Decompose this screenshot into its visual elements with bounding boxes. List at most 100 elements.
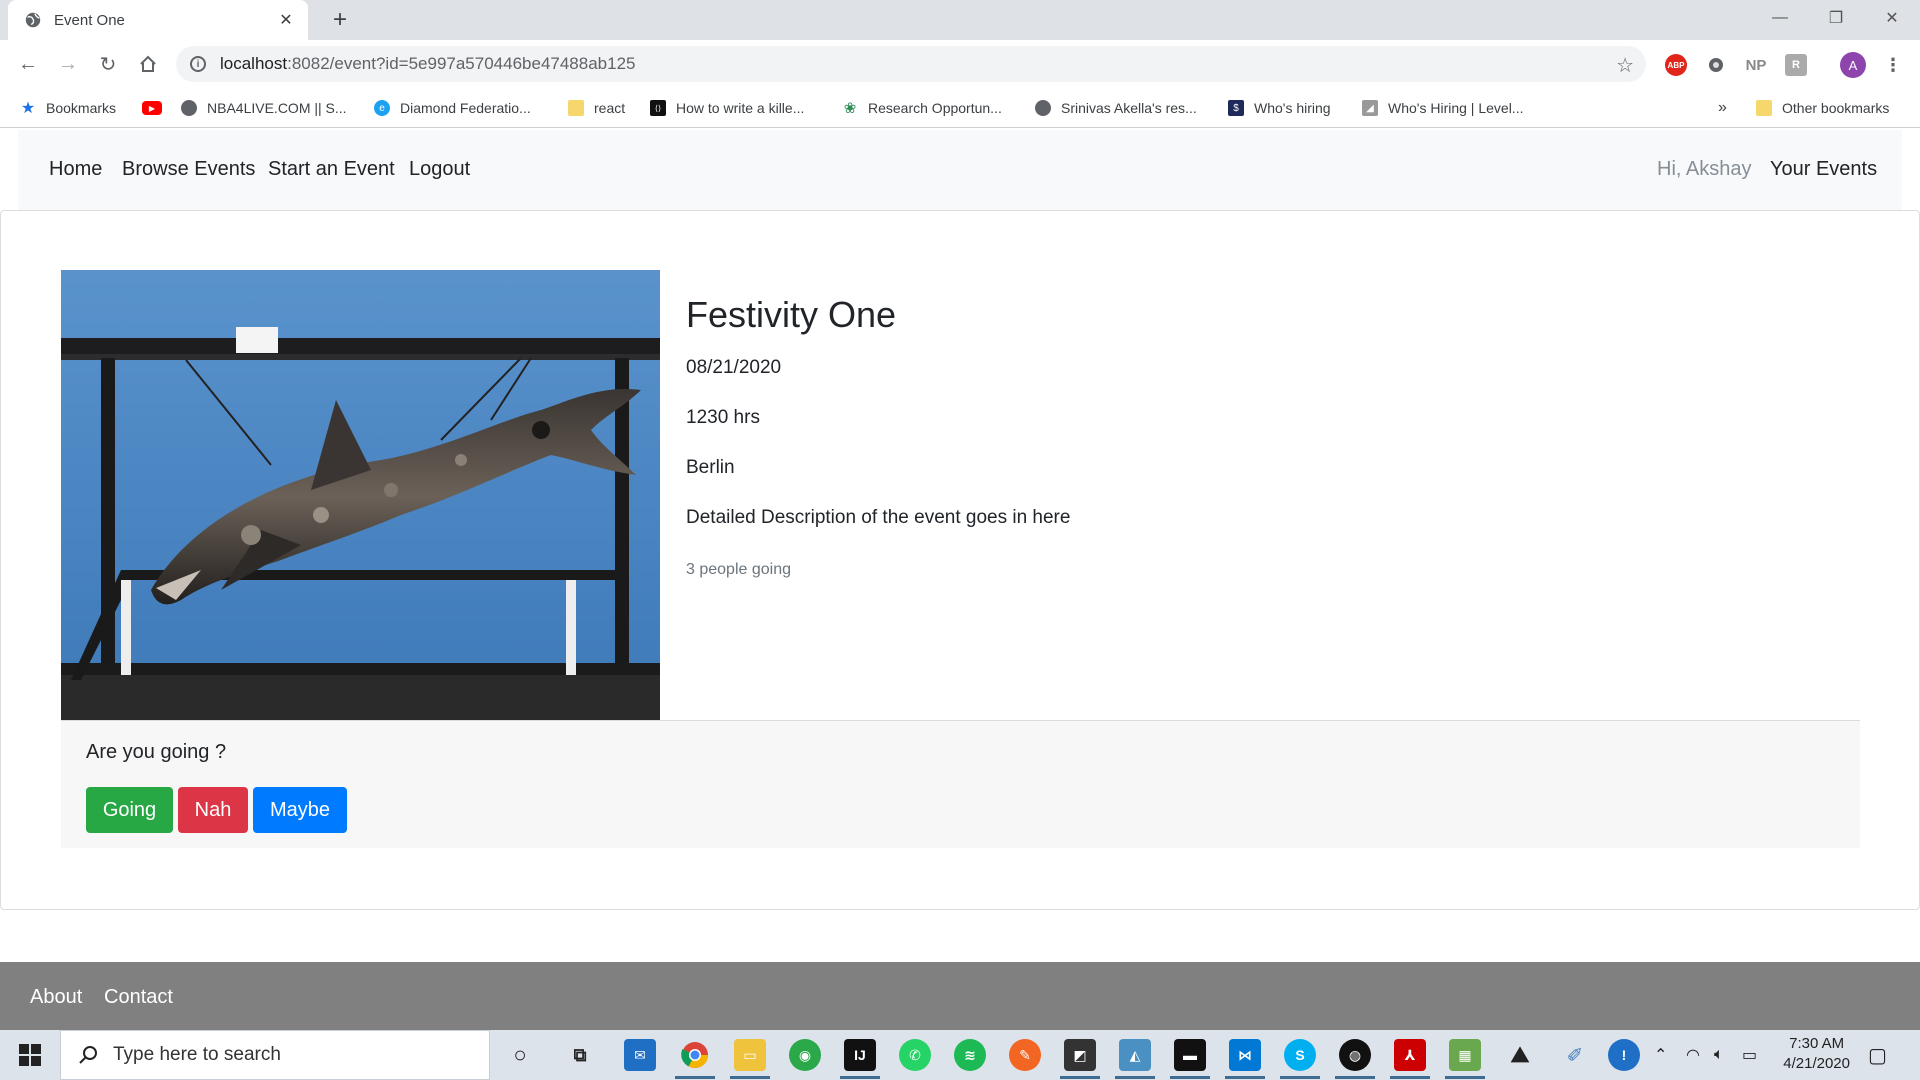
chart-icon: ◢: [1362, 100, 1378, 116]
mail-icon[interactable]: ✉: [624, 1039, 656, 1071]
footer-contact-link[interactable]: Contact: [104, 986, 173, 1009]
bookmark-folder[interactable]: react: [568, 98, 625, 118]
home-icon[interactable]: [134, 50, 162, 78]
globe-app-icon[interactable]: ◍: [1339, 1039, 1371, 1071]
globe-icon: [181, 100, 197, 116]
other-bookmarks-folder[interactable]: Other bookmarks: [1756, 98, 1889, 118]
bookmark-item[interactable]: e Diamond Federatio...: [374, 98, 531, 118]
event-location: Berlin: [686, 457, 735, 478]
search-icon: [79, 1046, 97, 1064]
close-tab-icon[interactable]: ✕: [276, 10, 296, 30]
bookmark-item[interactable]: $ Who's hiring: [1228, 98, 1331, 118]
cortana-icon[interactable]: ○: [504, 1039, 536, 1071]
wifi-icon[interactable]: ◠: [1686, 1030, 1700, 1080]
diamond-icon: e: [374, 100, 390, 116]
address-bar[interactable]: i localhost:8082/event?id=5e997a570446be…: [176, 46, 1646, 82]
adblock-icon[interactable]: ABP: [1665, 54, 1687, 76]
back-icon[interactable]: ←: [14, 50, 42, 78]
restore-icon[interactable]: ❐: [1808, 0, 1864, 36]
codepen-icon: ⟨⟩: [650, 100, 666, 116]
postman-icon[interactable]: ✎: [1009, 1039, 1041, 1071]
event-description: Detailed Description of the event goes i…: [686, 507, 1071, 528]
maybe-button[interactable]: Maybe: [253, 787, 347, 833]
taskbar-search[interactable]: Type here to search: [60, 1030, 490, 1080]
artwork-sign: [236, 327, 278, 353]
tab-title: Event One: [54, 11, 125, 29]
browser-tab-strip: Event One ✕ + — ❐ ✕: [0, 0, 1920, 40]
extension-circle-icon[interactable]: [1705, 54, 1727, 76]
clock-time: 7:30 AM: [1789, 1035, 1845, 1052]
nav-browse-events[interactable]: Browse Events: [122, 158, 255, 181]
footer-about-link[interactable]: About: [30, 986, 82, 1009]
going-button[interactable]: Going: [86, 787, 173, 833]
nav-logout[interactable]: Logout: [409, 158, 470, 181]
skype-icon[interactable]: S: [1284, 1039, 1316, 1071]
forward-icon[interactable]: →: [54, 50, 82, 78]
profile-avatar[interactable]: A: [1840, 52, 1866, 78]
update-alert-icon[interactable]: !: [1608, 1039, 1640, 1071]
rsvp-question: Are you going ?: [86, 741, 227, 763]
site-info-icon[interactable]: i: [190, 56, 206, 72]
event-title: Festivity One: [686, 294, 897, 335]
browser-tab[interactable]: Event One ✕: [8, 0, 308, 40]
folder-icon: [1756, 100, 1772, 116]
sticky-notes-icon[interactable]: ◩: [1064, 1039, 1096, 1071]
tray-chevron-icon[interactable]: ⌃: [1654, 1030, 1667, 1080]
event-time: 1230 hrs: [686, 407, 760, 428]
nav-home[interactable]: Home: [49, 158, 102, 181]
task-view-icon[interactable]: ⧉: [564, 1039, 596, 1071]
search-placeholder: Type here to search: [113, 1044, 281, 1065]
bookmark-star-icon[interactable]: ☆: [1616, 53, 1634, 78]
bookmarks-overflow[interactable]: »: [1718, 98, 1727, 118]
bookmark-item[interactable]: ◢ Who's Hiring | Level...: [1362, 98, 1523, 118]
image-app-icon[interactable]: ▦: [1449, 1039, 1481, 1071]
event-image: [61, 270, 660, 720]
bookmark-item[interactable]: Srinivas Akella's res...: [1035, 98, 1197, 118]
window-close-icon[interactable]: ✕: [1864, 0, 1920, 36]
bookmark-item[interactable]: ★ Bookmarks: [20, 98, 116, 118]
url-host: localhost: [220, 54, 288, 73]
event-date: 08/21/2020: [686, 357, 782, 378]
new-tab-button[interactable]: +: [326, 6, 354, 34]
start-button[interactable]: [0, 1030, 60, 1080]
paint-icon[interactable]: ◭: [1119, 1039, 1151, 1071]
bookmark-item[interactable]: ⟨⟩ How to write a kille...: [650, 98, 804, 118]
site-navbar: Home Browse Events Start an Event Logout…: [18, 130, 1902, 210]
nav-greeting: Hi, Akshay: [1657, 158, 1752, 180]
star-icon: ★: [20, 100, 36, 117]
spotify-icon[interactable]: ≋: [954, 1039, 986, 1071]
taskbar-clock[interactable]: 7:30 AM 4/21/2020: [1783, 1034, 1850, 1074]
url-path: :8082/event?id=5e997a570446be47488ab125: [287, 54, 636, 73]
volume-icon[interactable]: 🔈︎: [1714, 1030, 1724, 1080]
dollar-icon: $: [1228, 100, 1244, 116]
terminal-icon[interactable]: ▬: [1174, 1039, 1206, 1071]
browser-menu-icon[interactable]: ⋮: [1882, 54, 1904, 76]
chrome-icon[interactable]: [679, 1039, 711, 1071]
reload-icon[interactable]: ↻: [94, 50, 122, 78]
bookmark-item[interactable]: NBA4LIVE.COM || S...: [181, 98, 347, 118]
file-explorer-icon[interactable]: ▭: [734, 1039, 766, 1071]
intellij-icon[interactable]: IJ: [844, 1039, 876, 1071]
acrobat-icon[interactable]: ⅄: [1394, 1039, 1426, 1071]
folder-icon: [568, 100, 584, 116]
battery-icon[interactable]: ▭: [1742, 1030, 1757, 1080]
photos-icon[interactable]: ⛰: [1504, 1039, 1536, 1071]
bookmark-item[interactable]: ❀ Research Opportun...: [842, 98, 1002, 118]
notifications-icon[interactable]: ▢: [1868, 1030, 1887, 1080]
rsvp-panel: Are you going ? Going Nah Maybe: [61, 720, 1860, 848]
whatsapp-icon[interactable]: ✆: [899, 1039, 931, 1071]
site-footer: About Contact: [0, 962, 1920, 1030]
vscode-icon[interactable]: ⋈: [1229, 1039, 1261, 1071]
np-extension-icon[interactable]: NP: [1745, 54, 1767, 76]
nah-button[interactable]: Nah: [178, 787, 248, 833]
extension-grey-icon[interactable]: R: [1785, 54, 1807, 76]
lotus-icon: ❀: [843, 100, 857, 117]
nav-your-events[interactable]: Your Events: [1770, 158, 1877, 181]
maps-icon[interactable]: ◉: [789, 1039, 821, 1071]
youtube-bookmark[interactable]: ▶: [142, 98, 172, 118]
minimize-icon[interactable]: —: [1752, 0, 1808, 36]
globe-icon: [1035, 100, 1051, 116]
nav-start-event[interactable]: Start an Event: [268, 158, 395, 181]
paint-brush-icon[interactable]: ✐: [1559, 1039, 1591, 1071]
windows-taskbar: Type here to search ○ ⧉ ✉ ▭ ◉ IJ ✆ ≋ ✎ ◩…: [0, 1030, 1920, 1080]
